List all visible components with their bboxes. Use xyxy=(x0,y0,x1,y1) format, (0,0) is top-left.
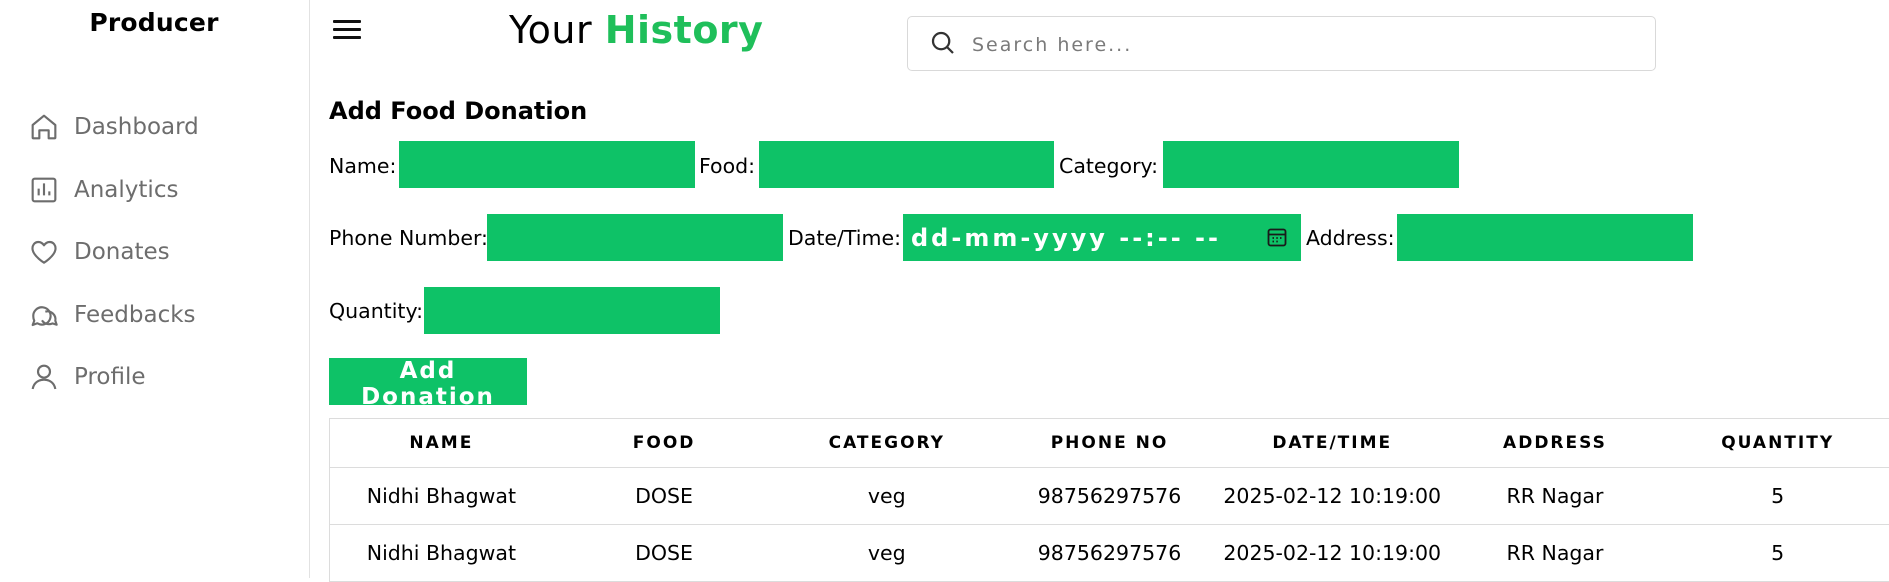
food-field[interactable] xyxy=(759,141,1054,188)
table-cell: DOSE xyxy=(635,541,694,565)
sidebar-item-profile[interactable]: Profile xyxy=(28,358,199,396)
menu-icon xyxy=(333,20,361,23)
column-header: QUANTITY xyxy=(1721,433,1835,453)
datetime-label: Date/Time: xyxy=(788,226,901,250)
table-cell: Nidhi Bhagwat xyxy=(366,484,516,508)
donation-history-table: NAME FOOD CATEGORY PHONE NO DATE/TIME AD… xyxy=(329,418,1889,582)
sidebar-item-label: Dashboard xyxy=(74,114,199,140)
phone-label: Phone Number: xyxy=(329,226,488,250)
datetime-placeholder: dd-mm-yyyy --:-- -- xyxy=(911,223,1221,252)
phone-field[interactable] xyxy=(487,214,783,261)
name-label: Name: xyxy=(329,154,397,178)
category-label: Category: xyxy=(1059,154,1159,178)
search-input[interactable] xyxy=(970,29,1634,61)
sidebar-item-label: Donates xyxy=(74,239,170,265)
table-cell: Nidhi Bhagwat xyxy=(366,541,516,565)
column-header: ADDRESS xyxy=(1503,433,1607,453)
brand-title: Producer xyxy=(89,8,219,37)
table-row: Nidhi Bhagwat DOSE veg 98756297576 2025-… xyxy=(330,525,1889,581)
sidebar-item-analytics[interactable]: Analytics xyxy=(28,171,199,209)
column-header: FOOD xyxy=(632,433,696,453)
add-donation-button[interactable]: Add Donation xyxy=(329,358,527,410)
name-field[interactable] xyxy=(399,141,695,188)
sidebar-item-dashboard[interactable]: Dashboard xyxy=(28,108,199,146)
table-cell: 5 xyxy=(1771,484,1785,508)
quantity-field[interactable] xyxy=(424,287,720,334)
column-header: NAME xyxy=(409,433,474,453)
table-cell: 98756297576 xyxy=(1037,541,1182,565)
table-header-row: NAME FOOD CATEGORY PHONE NO DATE/TIME AD… xyxy=(330,419,1889,468)
sidebar-nav: Dashboard Analytics Donates Feedbacks Pr… xyxy=(28,108,199,421)
address-label: Address: xyxy=(1306,226,1395,250)
calendar-icon[interactable] xyxy=(1265,225,1289,249)
column-header: DATE/TIME xyxy=(1272,433,1393,453)
home-icon xyxy=(28,111,60,143)
sidebar-item-label: Analytics xyxy=(74,176,179,203)
table-cell: 5 xyxy=(1771,541,1785,565)
address-field[interactable] xyxy=(1397,214,1693,261)
page-title-prefix: Your xyxy=(509,8,593,52)
analytics-icon xyxy=(28,174,60,206)
sidebar-item-feedbacks[interactable]: Feedbacks xyxy=(28,296,199,334)
menu-icon-bar xyxy=(333,36,361,39)
menu-icon-bar xyxy=(333,28,361,31)
menu-toggle-button[interactable] xyxy=(333,20,361,42)
table-cell: veg xyxy=(867,541,906,565)
table-cell: 2025-02-12 10:19:00 xyxy=(1223,484,1442,508)
heart-icon xyxy=(28,236,60,268)
quantity-label: Quantity: xyxy=(329,299,424,323)
table-row: Nidhi Bhagwat DOSE veg 98756297576 2025-… xyxy=(330,468,1889,525)
sidebar: Producer Dashboard Analytics Donates Fee… xyxy=(0,0,310,578)
sidebar-item-label: Profile xyxy=(74,364,146,390)
table-cell: RR Nagar xyxy=(1506,484,1604,508)
table-cell: DOSE xyxy=(635,484,694,508)
page-title-accent: History xyxy=(604,8,764,52)
food-label: Food: xyxy=(699,154,756,178)
feedback-icon xyxy=(28,299,60,331)
datetime-field[interactable]: dd-mm-yyyy --:-- -- xyxy=(903,214,1301,261)
table-cell: RR Nagar xyxy=(1506,541,1604,565)
column-header: PHONE NO xyxy=(1050,433,1169,453)
search-box xyxy=(907,16,1656,71)
sidebar-item-label: Feedbacks xyxy=(74,301,196,328)
page-title: Your History xyxy=(509,8,763,52)
search-icon[interactable] xyxy=(928,28,958,58)
table-cell: 98756297576 xyxy=(1037,484,1182,508)
sidebar-item-donates[interactable]: Donates xyxy=(28,233,199,271)
column-header: CATEGORY xyxy=(828,433,945,453)
user-icon xyxy=(28,361,60,393)
table-cell: veg xyxy=(867,484,906,508)
table-cell: 2025-02-12 10:19:00 xyxy=(1223,541,1442,565)
category-field[interactable] xyxy=(1163,141,1459,188)
form-title: Add Food Donation xyxy=(329,97,588,125)
